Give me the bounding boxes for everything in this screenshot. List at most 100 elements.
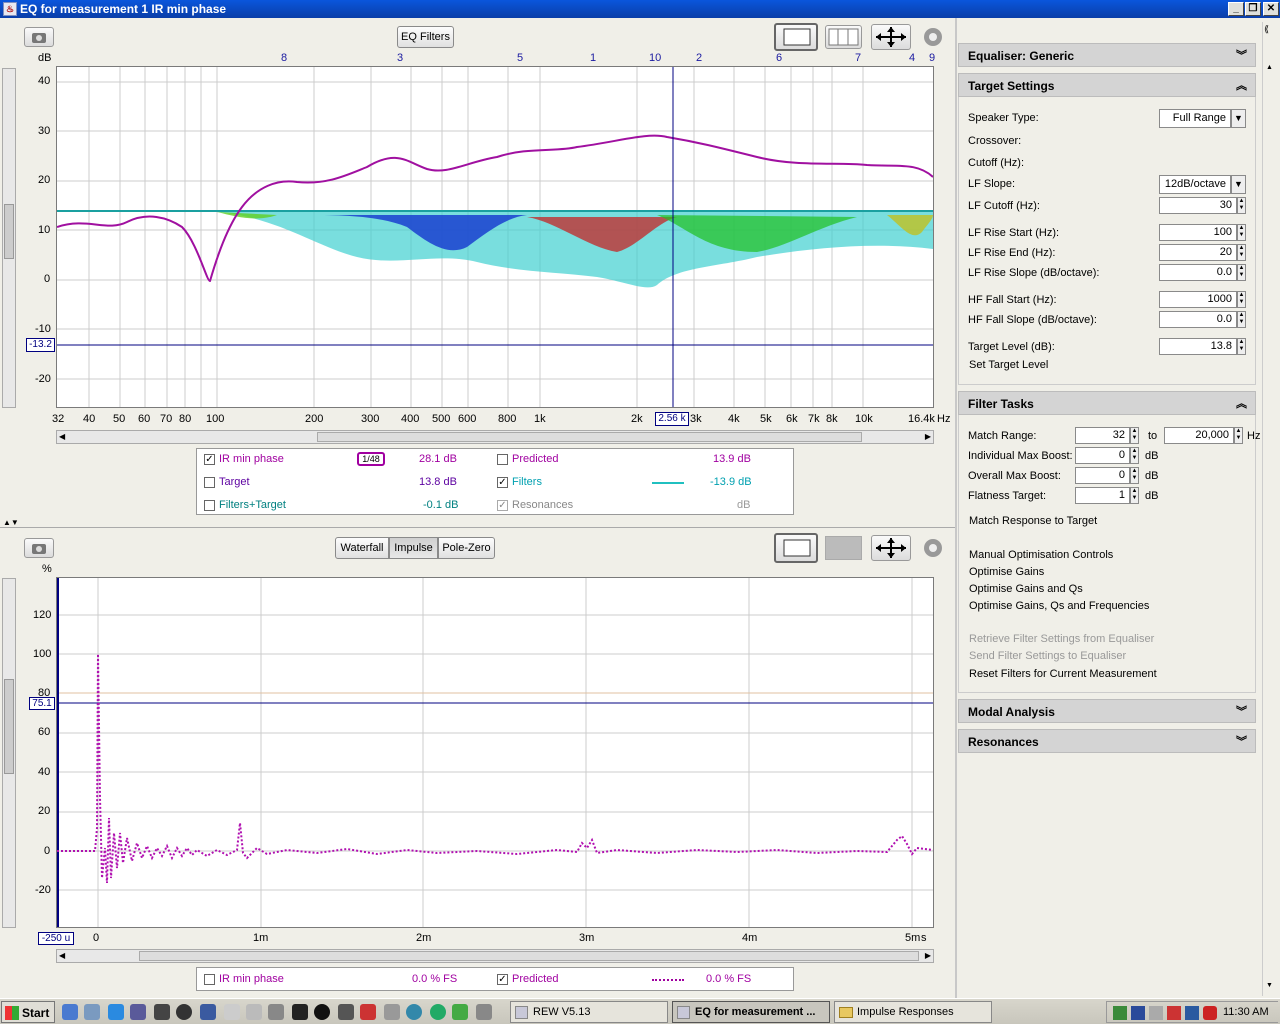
rew-icon[interactable] (200, 1004, 216, 1020)
filter-number[interactable]: 10 (649, 52, 661, 64)
layout-single-icon[interactable] (774, 533, 818, 563)
scroll-up-arrow-icon[interactable]: ▲ (1266, 64, 1273, 71)
tab-waterfall[interactable]: Waterfall (335, 537, 389, 559)
tab-impulse[interactable]: Impulse (389, 537, 438, 559)
match-range-from-input[interactable]: 32 (1075, 427, 1130, 444)
hf-fall-start-input[interactable]: 1000 (1159, 291, 1237, 308)
lf-rise-start-input[interactable]: 100 (1159, 224, 1237, 241)
eac-icon[interactable] (246, 1004, 262, 1020)
headphones-icon[interactable] (176, 1004, 192, 1020)
target-level-input[interactable]: 13.8 (1159, 338, 1237, 355)
quicklaunch-icon[interactable] (360, 1004, 376, 1020)
expand-chevron-icon[interactable]: ︾ (1236, 733, 1247, 749)
legend-checkbox[interactable]: ✓ (497, 500, 508, 511)
spinner-icon[interactable]: ▲ ▼ (1237, 291, 1246, 308)
quicklaunch-icon[interactable] (452, 1004, 468, 1020)
tray-icon[interactable] (1149, 1006, 1163, 1020)
lf-cutoff-input[interactable]: 30 (1159, 197, 1237, 214)
top-horizontal-scrollbar[interactable]: ◀ ▶ (56, 430, 934, 444)
spinner-icon[interactable]: ▲ ▼ (1130, 467, 1139, 484)
tray-icon[interactable] (1167, 1006, 1181, 1020)
filter-number[interactable]: 5 (517, 52, 523, 64)
settings-gear-icon[interactable] (922, 26, 944, 48)
lf-slope-select[interactable]: 12dB/octave (1159, 175, 1231, 194)
spinner-icon[interactable]: ▲ ▼ (1234, 427, 1243, 444)
camera-icon[interactable] (24, 27, 54, 47)
splitter-arrows-icon[interactable]: ▲▼ (3, 518, 19, 527)
clock-app-icon[interactable] (154, 1004, 170, 1020)
match-response-link[interactable]: Match Response to Target (969, 515, 1097, 527)
quicklaunch-icon[interactable] (430, 1004, 446, 1020)
quicklaunch-icon[interactable] (224, 1004, 240, 1020)
tray-icon[interactable] (1131, 1006, 1145, 1020)
quicklaunch-icon[interactable] (406, 1004, 422, 1020)
spinner-icon[interactable]: ▲ ▼ (1237, 244, 1246, 261)
filter-number[interactable]: 8 (281, 52, 287, 64)
zoom-fit-icon[interactable] (871, 535, 911, 561)
dropdown-arrow-icon[interactable]: ▼ (1231, 175, 1246, 194)
spinner-icon[interactable]: ▲ ▼ (1237, 197, 1246, 214)
spinner-icon[interactable]: ▲ ▼ (1237, 338, 1246, 355)
scroll-right-arrow-icon[interactable]: ▶ (925, 951, 931, 960)
dropdown-arrow-icon[interactable]: ▼ (1231, 109, 1246, 128)
tray-icon[interactable] (1185, 1006, 1199, 1020)
legend-checkbox[interactable]: ✓ (497, 477, 508, 488)
quicklaunch-icon[interactable] (292, 1004, 308, 1020)
scroll-left-arrow-icon[interactable]: ◀ (59, 432, 65, 441)
set-target-level-link[interactable]: Set Target Level (969, 359, 1048, 371)
layout-single-icon[interactable] (774, 23, 818, 51)
legend-checkbox[interactable] (497, 454, 508, 465)
smoothing-badge[interactable]: 1/48 (357, 452, 385, 466)
collapse-chevron-icon[interactable]: ︽ (1236, 77, 1247, 93)
camera-icon[interactable] (24, 538, 54, 558)
spinner-icon[interactable]: ▲ ▼ (1130, 487, 1139, 504)
filter-tasks-header[interactable]: Filter Tasks ︽ (958, 391, 1256, 415)
tray-icon[interactable] (1113, 1006, 1127, 1020)
overall-max-boost-input[interactable]: 0 (1075, 467, 1130, 484)
browser-icon[interactable] (108, 1004, 124, 1020)
lf-rise-slope-input[interactable]: 0.0 (1159, 264, 1237, 281)
quicklaunch-icon[interactable] (314, 1004, 330, 1020)
legend-checkbox[interactable]: ✓ (497, 974, 508, 985)
hf-fall-slope-input[interactable]: 0.0 (1159, 311, 1237, 328)
filter-number[interactable]: 4 (909, 52, 915, 64)
legend-checkbox[interactable] (204, 500, 215, 511)
quicklaunch-icon[interactable] (130, 1004, 146, 1020)
target-settings-header[interactable]: Target Settings ︽ (958, 73, 1256, 97)
bottom-vertical-scrollbar[interactable] (2, 578, 16, 928)
flatness-target-input[interactable]: 1 (1075, 487, 1130, 504)
scroll-right-arrow-icon[interactable]: ▶ (925, 432, 931, 441)
quicklaunch-icon[interactable] (84, 1004, 100, 1020)
filter-number[interactable]: 1 (590, 52, 596, 64)
quicklaunch-icon[interactable] (268, 1004, 284, 1020)
taskbar-item-eq[interactable]: EQ for measurement ... (672, 1001, 830, 1023)
shield-icon[interactable] (1203, 1006, 1217, 1020)
close-button[interactable]: ✕ (1263, 2, 1279, 16)
spinner-icon[interactable]: ▲ ▼ (1130, 447, 1139, 464)
spinner-icon[interactable]: ▲ ▼ (1237, 311, 1246, 328)
minimize-button[interactable]: _ (1228, 2, 1244, 16)
impulse-response-graph[interactable] (56, 577, 934, 928)
taskbar-item-folder[interactable]: Impulse Responses (834, 1001, 992, 1023)
speaker-type-select[interactable]: Full Range (1159, 109, 1231, 128)
quicklaunch-icon[interactable] (62, 1004, 78, 1020)
filter-number[interactable]: 2 (696, 52, 702, 64)
lf-rise-end-input[interactable]: 20 (1159, 244, 1237, 261)
manual-optimisation-link[interactable]: Manual Optimisation Controls (969, 549, 1113, 561)
spinner-icon[interactable]: ▲ ▼ (1237, 224, 1246, 241)
bottom-horizontal-scrollbar[interactable]: ◀ ▶ (56, 949, 934, 963)
filter-number[interactable]: 7 (855, 52, 861, 64)
legend-checkbox[interactable] (204, 477, 215, 488)
resonances-header[interactable]: Resonances ︾ (958, 729, 1256, 753)
quicklaunch-icon[interactable] (384, 1004, 400, 1020)
spinner-icon[interactable]: ▲ ▼ (1237, 264, 1246, 281)
maximize-button[interactable]: ❐ (1245, 2, 1261, 16)
optimise-gains-link[interactable]: Optimise Gains (969, 566, 1044, 578)
tab-pole-zero[interactable]: Pole-Zero (438, 537, 495, 559)
zoom-fit-icon[interactable] (871, 24, 911, 50)
quicklaunch-icon[interactable] (338, 1004, 354, 1020)
filter-number[interactable]: 9 (929, 52, 935, 64)
scroll-thumb[interactable] (4, 679, 14, 774)
optimise-gains-qs-freq-link[interactable]: Optimise Gains, Qs and Frequencies (969, 600, 1149, 612)
collapse-chevron-icon[interactable]: ⟪ (1264, 24, 1269, 35)
